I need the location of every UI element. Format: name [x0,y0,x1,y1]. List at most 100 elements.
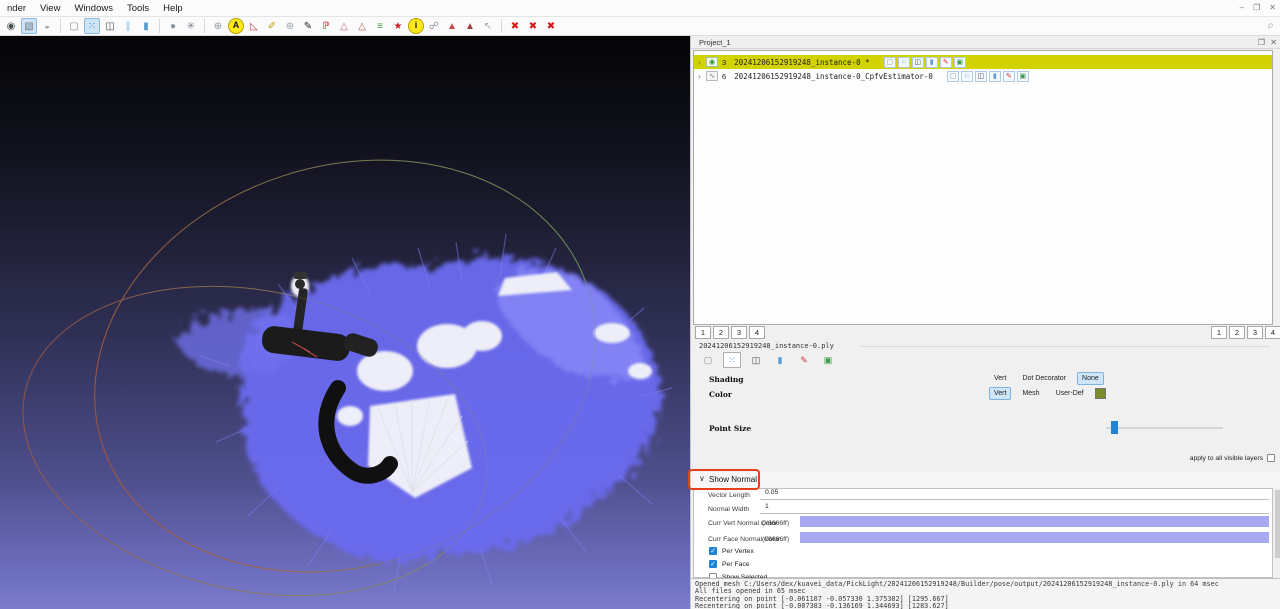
wireframe-cube-icon[interactable]: ▢ [66,18,82,34]
lasso-select-icon[interactable]: ↖ [480,18,496,34]
scrollbar[interactable] [1274,488,1280,578]
layer-name[interactable]: 20241206152919248_instance-0_CpfvEstimat… [734,72,933,81]
layer-tab-right-1[interactable]: 1 [1211,326,1227,339]
mesh-repair-icon[interactable]: △ [354,18,370,34]
apply-all-row: apply to all visible layers [1190,454,1275,462]
screen-toggle-icon[interactable]: ▣ [1017,71,1029,82]
points-mode-button[interactable]: ⁙ [723,352,741,368]
scrollbar-thumb[interactable] [1275,490,1280,558]
point-size-label: Point Size [709,424,751,433]
menu-windows[interactable]: Windows [67,1,120,16]
layer-tab-left-3[interactable]: 3 [731,326,747,339]
dock-float-icon[interactable]: ❐ [1258,38,1265,47]
expander-icon[interactable]: › [698,72,706,81]
layer-tab-left-4[interactable]: 4 [749,326,765,339]
info-icon[interactable]: i [408,18,424,34]
smooth-render-icon[interactable]: ◒ [39,18,55,34]
layer-name[interactable]: 20241206152919248_instance-0 * [734,58,869,67]
layer-tab-right-3[interactable]: 3 [1247,326,1263,339]
layer-tab-right-2[interactable]: 2 [1229,326,1245,339]
layer-visibility-icon[interactable]: ◉ [706,57,718,67]
split-toggle-icon[interactable]: ▮ [989,71,1001,82]
close-button[interactable]: ✕ [1269,1,1276,15]
color-vert-button[interactable]: Vert [989,387,1011,400]
annotation-a-icon[interactable]: A [228,18,244,34]
shading-none-button[interactable]: None [1077,372,1104,385]
face-normal-color-bar[interactable] [800,532,1269,543]
menu-help[interactable]: Help [156,1,190,16]
node-link-icon[interactable]: ☍ [426,18,442,34]
star-tool-icon[interactable]: ★ [390,18,406,34]
minimize-button[interactable]: – [1240,1,1244,15]
axes-jack-icon[interactable]: ✳ [183,18,199,34]
normals-toggle-icon[interactable]: ◫ [912,57,924,68]
screen-toggle-icon[interactable]: ▣ [954,57,966,68]
brush-toggle-icon[interactable]: ✎ [1003,71,1015,82]
split-mode-button[interactable]: ▮ [771,352,789,368]
per-vertex-checkbox[interactable]: ✓ [709,547,717,555]
shaded-render-icon[interactable]: ▧ [21,18,37,34]
point-size-slider-track[interactable] [1106,427,1223,429]
horn-tool-icon[interactable]: ✐ [264,18,280,34]
points-toggle-icon[interactable]: ⁙ [898,57,910,68]
split-toggle-icon[interactable]: ▮ [926,57,938,68]
shading-dot-decorator-button[interactable]: Dot Decorator [1017,372,1071,385]
search-icon[interactable]: ⌕ [1267,18,1274,33]
viewport-3d[interactable] [0,36,690,609]
split-view-dark-icon[interactable]: ▮ [138,18,154,34]
menu-bar: nder View Windows Tools Help – ❐ ✕ [0,0,1280,17]
pp-tool-icon[interactable]: ℙ [318,18,334,34]
vector-length-input[interactable]: 0.05 [760,489,1269,500]
globe-icon[interactable]: ⊕ [210,18,226,34]
select-faces-icon[interactable]: ▲ [444,18,460,34]
cube-toggle-icon[interactable]: ▢ [947,71,959,82]
brush-toggle-icon[interactable]: ✎ [940,57,952,68]
color-userdef-button[interactable]: User-Def [1051,387,1089,400]
color-mesh-button[interactable]: Mesh [1017,387,1044,400]
delete-vertices-icon[interactable]: ✖ [543,18,559,34]
camera-render-icon[interactable]: ◉ [3,18,19,34]
layer-tab-left-1[interactable]: 1 [695,326,711,339]
delete-faces-icon[interactable]: ✖ [525,18,541,34]
mesh-edit-icon[interactable]: △ [336,18,352,34]
menu-render[interactable]: nder [0,1,33,16]
layer-type-icon[interactable]: ∿ [706,71,718,81]
normal-width-input[interactable]: 1 [760,503,1269,514]
log-console: Opened mesh C:/Users/dex/kuavei_data/Pic… [691,578,1280,609]
restore-button[interactable]: ❐ [1253,1,1260,15]
color-options: Vert Mesh User-Def [989,387,1106,400]
split-view-light-icon[interactable]: ∥ [120,18,136,34]
tree-row-estimator[interactable]: › ∿ 6 20241206152919248_instance-0_CpfvE… [694,69,1272,83]
show-normal-header[interactable]: ∨ Show Normal [691,472,1280,488]
expander-icon[interactable]: › [698,58,706,67]
apply-all-checkbox[interactable] [1267,454,1275,462]
cube-toggle-icon[interactable]: ▢ [884,57,896,68]
select-vertices-icon[interactable]: ▲ [462,18,478,34]
layer-stack-icon[interactable]: ≡ [372,18,388,34]
grid-sphere-icon[interactable]: ⊛ [282,18,298,34]
point-cloud-icon[interactable]: ⁙ [84,18,100,34]
tree-row-instance[interactable]: › ◉ 3 20241206152919248_instance-0 * ▢ ⁙… [694,55,1272,69]
layer-tab-left-2[interactable]: 2 [713,326,729,339]
brush-mode-button[interactable]: ✎ [795,352,813,368]
paintbrush-icon[interactable]: ✎ [300,18,316,34]
layer-tab-right-4[interactable]: 4 [1265,326,1280,339]
delete-selection-icon[interactable]: ✖ [507,18,523,34]
per-face-checkbox[interactable]: ✓ [709,560,717,568]
normals-toggle-icon[interactable]: ◫ [975,71,987,82]
screen-mode-button[interactable]: ▣ [819,352,837,368]
normals-icon[interactable]: ◫ [102,18,118,34]
normals-mode-button[interactable]: ◫ [747,352,765,368]
shading-label: Shading [709,375,744,384]
set-square-icon[interactable]: ◺ [246,18,262,34]
point-size-slider-handle[interactable] [1111,421,1118,434]
vert-normal-color-bar[interactable] [800,516,1269,527]
user-def-color-swatch[interactable] [1095,388,1106,399]
menu-tools[interactable]: Tools [120,1,156,16]
cube-mode-button[interactable]: ▢ [699,352,717,368]
sphere-icon[interactable]: ● [165,18,181,34]
shading-vert-button[interactable]: Vert [989,372,1011,385]
points-toggle-icon[interactable]: ⁙ [961,71,973,82]
menu-view[interactable]: View [33,1,67,16]
dock-close-icon[interactable]: ✕ [1270,38,1277,47]
